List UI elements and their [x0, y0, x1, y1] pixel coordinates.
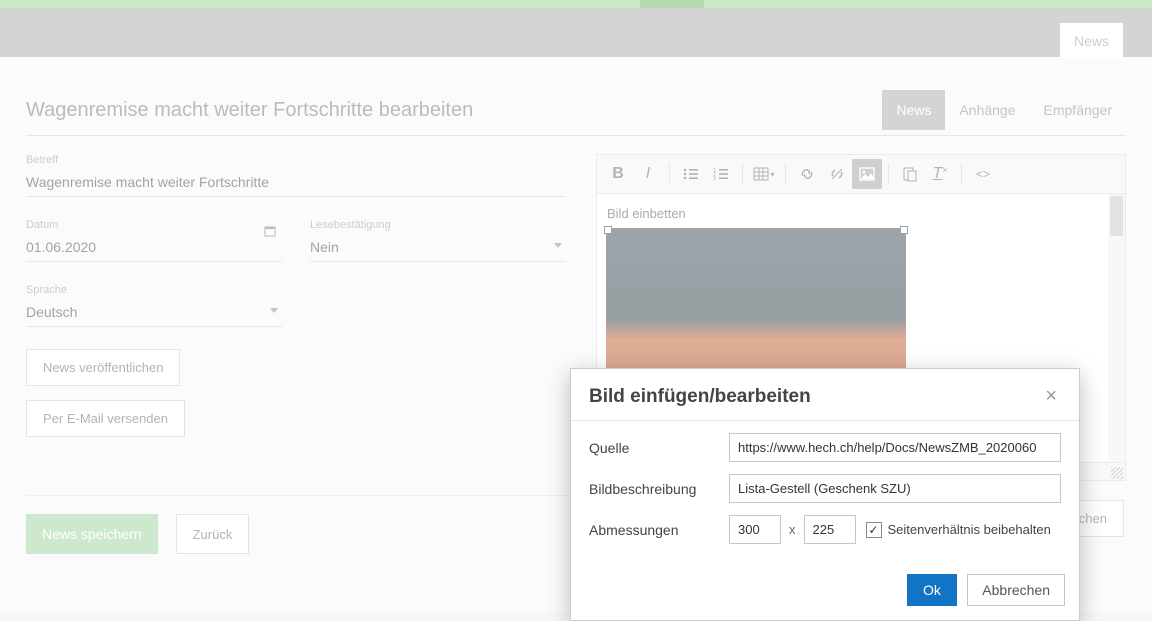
width-input[interactable] [729, 515, 781, 544]
ok-button[interactable]: Ok [907, 574, 957, 606]
label-betreff: Betreff [26, 154, 566, 166]
image-dialog: Bild einfügen/bearbeiten × Quelle Bildbe… [570, 368, 1080, 621]
page-title: Wagenremise macht weiter Fortschritte be… [26, 99, 882, 122]
x-separator: x [789, 522, 796, 537]
scroll-thumb[interactable] [1110, 196, 1123, 236]
tab-news[interactable]: News [882, 90, 945, 130]
svg-text:3: 3 [713, 176, 716, 181]
label-alt: Bildbeschreibung [589, 481, 729, 497]
send-email-button[interactable]: Per E-Mail versenden [26, 400, 185, 437]
clear-format-button[interactable]: T× [925, 159, 955, 189]
back-button[interactable]: Zurück [176, 514, 250, 554]
unlink-button[interactable] [822, 159, 852, 189]
label-sprache: Sprache [26, 284, 282, 296]
link-button[interactable] [792, 159, 822, 189]
paste-button[interactable] [895, 159, 925, 189]
embed-label: Bild einbetten [607, 206, 686, 221]
label-datum: Datum [26, 219, 282, 231]
numbered-list-button[interactable]: 123 [706, 159, 736, 189]
betreff-input[interactable] [26, 170, 566, 197]
source-input[interactable] [729, 433, 1061, 462]
separator [785, 163, 786, 185]
keep-ratio-label: Seitenverhältnis beibehalten [888, 522, 1051, 537]
calendar-icon[interactable] [264, 225, 276, 237]
image-button[interactable] [852, 159, 882, 189]
bullet-list-button[interactable] [676, 159, 706, 189]
sprache-select[interactable] [26, 300, 282, 327]
dialog-title: Bild einfügen/bearbeiten [589, 386, 1041, 408]
separator [961, 163, 962, 185]
scrollbar[interactable] [1108, 194, 1125, 462]
table-button[interactable]: ▾ [749, 159, 779, 189]
tab-anhaenge[interactable]: Anhänge [945, 90, 1029, 130]
lesebest-select[interactable] [310, 235, 566, 262]
bold-button[interactable]: B [603, 159, 633, 189]
italic-button[interactable]: I [633, 159, 663, 189]
separator [742, 163, 743, 185]
label-lesebest: Lesebestätigung [310, 219, 566, 231]
chevron-down-icon [554, 243, 562, 248]
code-button[interactable]: <> [968, 159, 998, 189]
accent-bar [0, 0, 1152, 8]
keep-ratio-checkbox[interactable]: ✓ [866, 522, 882, 538]
label-source: Quelle [589, 440, 729, 456]
resize-grip[interactable] [1111, 467, 1123, 479]
separator [888, 163, 889, 185]
close-icon[interactable]: × [1041, 385, 1061, 408]
separator [669, 163, 670, 185]
tab-empfaenger[interactable]: Empfänger [1030, 90, 1126, 130]
resize-handle[interactable] [900, 226, 908, 234]
chevron-down-icon [270, 308, 278, 313]
cancel-button[interactable]: Abbrechen [967, 574, 1065, 606]
editor-toolbar: B I 123 ▾ T× <> [596, 154, 1126, 193]
label-dimensions: Abmessungen [589, 522, 729, 538]
height-input[interactable] [804, 515, 856, 544]
tab-news-top[interactable]: News [1060, 23, 1123, 58]
resize-handle[interactable] [604, 226, 612, 234]
save-button[interactable]: News speichern [26, 514, 158, 554]
active-tab-marker [640, 0, 704, 8]
header-bar: News [0, 8, 1152, 57]
content-tabs: News Anhänge Empfänger [882, 90, 1126, 130]
publish-button[interactable]: News veröffentlichen [26, 349, 180, 386]
datum-input[interactable] [26, 235, 282, 262]
alt-input[interactable] [729, 474, 1061, 503]
